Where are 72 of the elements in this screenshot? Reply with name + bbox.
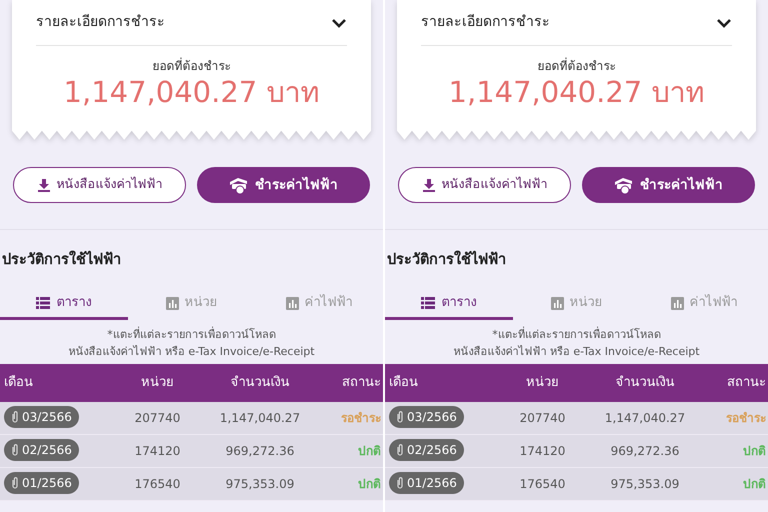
table-row[interactable]: 03/2566 207740 1,147,040.27 รอชำระ [0, 402, 383, 435]
table-row[interactable]: 02/2566 174120 969,272.36 ปกติ [385, 434, 768, 468]
paperclip-icon [10, 476, 20, 490]
table-row[interactable]: 01/2566 176540 975,353.09 ปกติ [0, 468, 383, 501]
note-text: *แตะที่แต่ละรายการเพื่อดาวน์โหลด [106, 326, 277, 343]
amount-due: 1,147,040.27 บาท [62, 75, 320, 111]
card-title: รายละเอียดการชำระ [36, 13, 165, 32]
card-title: รายละเอียดการชำระ [421, 13, 550, 32]
month-tag[interactable]: 02/2566 [389, 439, 464, 462]
paperclip-icon [10, 410, 20, 424]
pay-bill-button[interactable]: ชำระค่าไฟฟ้า [582, 166, 755, 203]
download-icon [422, 178, 436, 192]
tab[interactable]: ตาราง [0, 290, 128, 320]
table-cell-text: 975,353.09 [610, 476, 680, 493]
tab[interactable]: ตาราง [385, 290, 513, 320]
status-text: ปกติ [358, 476, 381, 491]
amount-label: ยอดที่ต้องชำระ [152, 57, 232, 75]
table-row[interactable]: 01/2566 176540 975,353.09 ปกติ [385, 468, 768, 501]
table-cell-text: 174120 [134, 442, 182, 460]
payment-icon [614, 176, 634, 194]
month-tag[interactable]: 02/2566 [4, 439, 79, 462]
note-text: *แตะที่แต่ละรายการเพื่อดาวน์โหลด [491, 326, 662, 343]
table-cell-text: 969,272.36 [224, 442, 296, 460]
month-tag[interactable]: 03/2566 [389, 406, 464, 428]
amount-due: 1,147,040.27 บาท [448, 75, 706, 111]
download-icon [36, 178, 50, 192]
paperclip-icon [395, 410, 405, 424]
column-header: หน่วย [140, 374, 175, 392]
bill-download-button[interactable]: หนังสือแจ้งค่าไฟฟ้า [398, 166, 571, 203]
table-cell-text: 969,272.36 [610, 442, 680, 460]
month-tag[interactable]: 01/2566 [389, 472, 464, 494]
pay-bill-button[interactable]: ชำระค่าไฟฟ้า [197, 166, 370, 203]
status-text: ปกติ [743, 476, 766, 491]
amount-label: ยอดที่ต้องชำระ [536, 57, 616, 75]
column-header: สถานะ [726, 374, 767, 392]
table-cell-text: 207740 [518, 410, 566, 427]
status-text: รอชำระ [726, 410, 766, 425]
paperclip-icon [395, 443, 405, 458]
bar-chart-icon [286, 296, 299, 310]
paperclip-icon [395, 476, 405, 490]
column-header: หน่วย [525, 374, 560, 392]
bill-download-button[interactable]: หนังสือแจ้งค่าไฟฟ้า [13, 166, 186, 203]
status-text: รอชำระ [341, 410, 381, 425]
section-title: ประวัติการใช้ไฟฟ้า [386, 250, 507, 270]
table-cell-text: 174120 [518, 442, 566, 460]
note-text: หนังสือแจ้งค่าไฟฟ้า หรือ e-Tax Invoice/e-Receipt [452, 344, 701, 360]
table-cell-text: 176540 [518, 476, 566, 493]
status-text: ปกติ [743, 444, 766, 458]
list-icon [36, 296, 50, 310]
note-text: หนังสือแจ้งค่าไฟฟ้า หรือ e-Tax Invoice/e-Receipt [67, 344, 316, 360]
table-cell-text: 176540 [134, 476, 182, 493]
table-cell-text: 207740 [134, 410, 182, 427]
section-title: ประวัติการใช้ไฟฟ้า [1, 250, 122, 270]
bar-chart-icon [670, 296, 684, 310]
table-cell-text: 1,147,040.27 [604, 410, 686, 427]
bar-chart-icon [166, 296, 178, 310]
table-row[interactable]: 02/2566 174120 969,272.36 ปกติ [0, 434, 383, 468]
table-cell-text: 1,147,040.27 [218, 410, 302, 427]
bar-chart-icon [550, 296, 564, 310]
column-header: เดือน [388, 374, 419, 392]
month-tag[interactable]: 01/2566 [4, 472, 79, 494]
column-header: จำนวนเงิน [614, 374, 676, 392]
table-row[interactable]: 03/2566 207740 1,147,040.27 รอชำระ [385, 402, 768, 435]
column-header: จำนวนเงิน [230, 374, 290, 392]
list-icon [421, 296, 436, 310]
table-cell-text: 975,353.09 [224, 476, 296, 493]
column-header: สถานะ [341, 374, 382, 392]
paperclip-icon [10, 443, 20, 458]
payment-icon [229, 176, 249, 194]
month-tag[interactable]: 03/2566 [4, 406, 79, 428]
column-header: เดือน [3, 374, 34, 392]
status-text: ปกติ [358, 444, 381, 458]
